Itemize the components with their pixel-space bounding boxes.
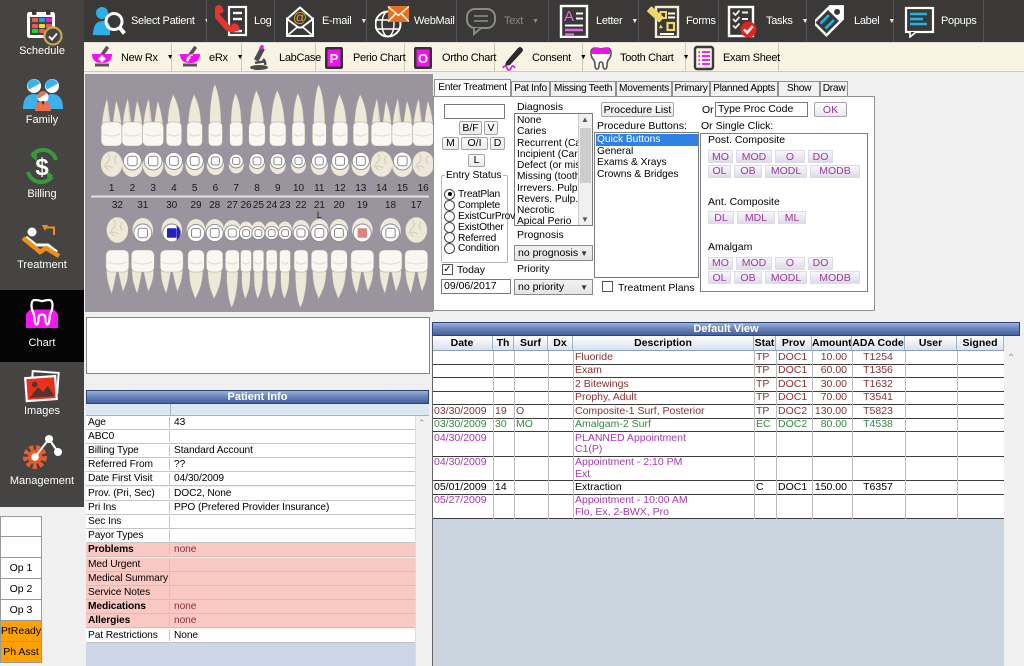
svg-text:11: 11 bbox=[314, 183, 325, 194]
svg-text:2: 2 bbox=[130, 183, 136, 194]
svg-text:4: 4 bbox=[171, 183, 177, 194]
svg-text:31: 31 bbox=[137, 200, 149, 211]
svg-text:$: $ bbox=[35, 154, 49, 181]
svg-text:22: 22 bbox=[295, 200, 307, 211]
svg-text:24: 24 bbox=[266, 200, 278, 211]
svg-text:14: 14 bbox=[376, 183, 388, 194]
svg-text:8: 8 bbox=[254, 183, 260, 194]
svg-text:18: 18 bbox=[385, 200, 397, 211]
svg-text:9: 9 bbox=[275, 183, 281, 194]
svg-text:32: 32 bbox=[112, 200, 124, 211]
svg-text:19: 19 bbox=[357, 200, 369, 211]
svg-text:27: 27 bbox=[227, 200, 239, 211]
svg-text:A: A bbox=[564, 8, 574, 25]
svg-text:O: O bbox=[418, 51, 428, 66]
svg-text:20: 20 bbox=[333, 200, 345, 211]
svg-text:1: 1 bbox=[109, 183, 115, 194]
svg-text:15: 15 bbox=[397, 183, 409, 194]
svg-text:30: 30 bbox=[166, 200, 178, 211]
svg-text:28: 28 bbox=[209, 200, 221, 211]
svg-text:23: 23 bbox=[279, 200, 291, 211]
svg-text:@: @ bbox=[293, 9, 307, 25]
svg-text:3: 3 bbox=[150, 183, 156, 194]
svg-text:6: 6 bbox=[213, 183, 219, 194]
svg-text:26: 26 bbox=[240, 200, 252, 211]
svg-text:L: L bbox=[317, 210, 322, 220]
svg-text:16: 16 bbox=[418, 183, 430, 194]
svg-text:10: 10 bbox=[293, 183, 305, 194]
svg-text:29: 29 bbox=[190, 200, 202, 211]
svg-text:7: 7 bbox=[233, 183, 239, 194]
svg-text:17: 17 bbox=[411, 200, 423, 211]
svg-text:13: 13 bbox=[355, 183, 367, 194]
svg-text:25: 25 bbox=[253, 200, 265, 211]
svg-text:5: 5 bbox=[192, 183, 198, 194]
svg-text:P: P bbox=[330, 51, 339, 66]
svg-text:12: 12 bbox=[335, 183, 347, 194]
